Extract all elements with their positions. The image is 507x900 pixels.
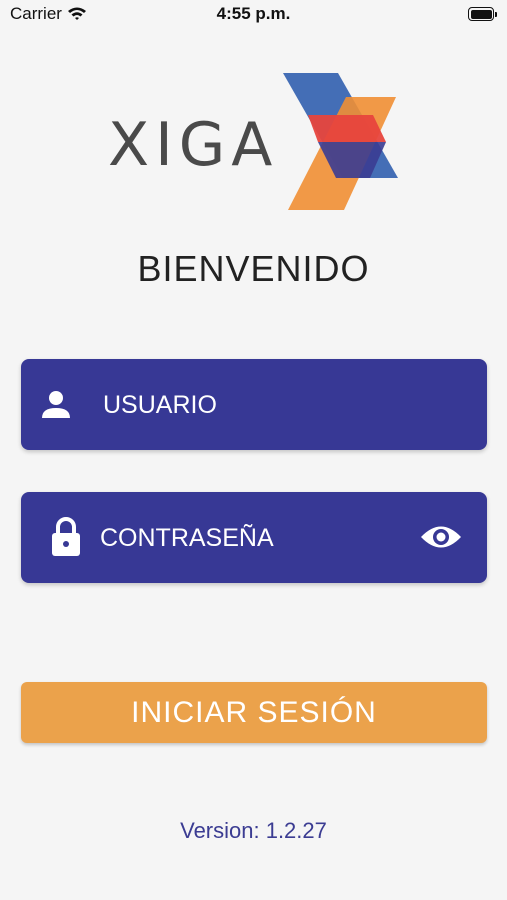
battery-icon bbox=[468, 7, 497, 21]
welcome-title: BIENVENIDO bbox=[137, 248, 370, 289]
lock-icon bbox=[51, 517, 81, 562]
username-placeholder: USUARIO bbox=[103, 391, 217, 419]
logo-text: XIGA bbox=[108, 110, 279, 180]
logo-mark-icon bbox=[283, 73, 398, 210]
status-time: 4:55 p.m. bbox=[216, 4, 291, 23]
user-icon bbox=[41, 389, 71, 424]
app-logo: XIGA bbox=[108, 70, 408, 215]
login-button[interactable]: INICIAR SESIÓN bbox=[21, 682, 487, 743]
eye-icon[interactable] bbox=[419, 522, 463, 557]
version-label: Version: 1.2.27 bbox=[180, 818, 327, 843]
password-placeholder: CONTRASEÑA bbox=[100, 524, 274, 552]
username-field[interactable]: USUARIO bbox=[21, 359, 487, 450]
password-field[interactable]: CONTRASEÑA bbox=[21, 492, 487, 583]
status-bar: Carrier 4:55 p.m. bbox=[0, 0, 507, 32]
